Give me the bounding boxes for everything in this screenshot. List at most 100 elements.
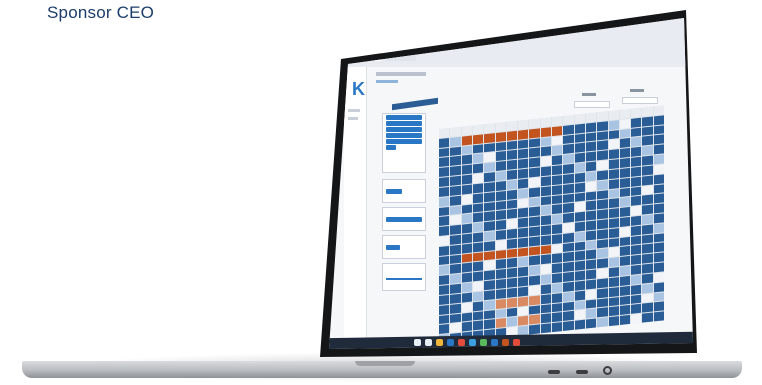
heatmap-cell [574, 182, 585, 193]
heatmap-cell [619, 118, 631, 129]
heatmap-cell [506, 218, 518, 229]
heatmap-cell [608, 257, 619, 268]
heatmap-cell [540, 225, 551, 236]
browser-icon[interactable] [447, 339, 454, 346]
search-icon[interactable] [425, 339, 432, 346]
heatmap-cell [529, 206, 540, 217]
variable-chip[interactable] [386, 189, 402, 194]
allocation-panel [382, 235, 426, 259]
heatmap-cell [450, 273, 461, 284]
filter-chip[interactable] [386, 127, 422, 132]
heatmap-cell [597, 189, 608, 200]
heatmap-cell [484, 260, 495, 271]
windows-icon[interactable] [414, 339, 421, 346]
heatmap-cell [484, 221, 495, 232]
heatmap-cell [540, 117, 551, 128]
heatmap-cell [653, 252, 664, 263]
heatmap-cell [653, 203, 664, 214]
heatmap-cell [574, 211, 585, 222]
filter-chip[interactable] [386, 115, 422, 120]
app-icon[interactable] [480, 339, 487, 346]
heatmap-cell [518, 286, 529, 297]
sidebar-item[interactable] [348, 117, 358, 120]
heatmap-cell [585, 191, 597, 201]
heatmap-cell [495, 141, 506, 152]
heatmap-cell [563, 232, 574, 243]
heatmap-cell [597, 307, 608, 318]
heatmap-cell [653, 223, 664, 234]
heatmap-cell [439, 265, 450, 276]
range-chip[interactable] [386, 217, 422, 222]
colour-by-select[interactable] [574, 101, 610, 108]
heatmap-cell [472, 251, 484, 262]
heatmap-cell [439, 284, 450, 295]
heatmap-cell [653, 213, 664, 224]
heatmap-cell [653, 164, 664, 175]
heatmap-cell [518, 168, 529, 179]
heatmap-cell [653, 282, 664, 292]
page-link-bar[interactable] [376, 80, 398, 83]
heatmap-cell [585, 289, 597, 300]
heatmap-cell [461, 194, 472, 205]
heatmap-cell [608, 247, 619, 258]
heatmap-cell [495, 298, 506, 309]
heatmap-cell [529, 265, 540, 276]
heatmap-cell [608, 198, 619, 209]
heatmap-cell [529, 295, 540, 306]
heatmap-cell [461, 145, 472, 156]
heatmap-cell [653, 193, 664, 204]
heatmap-cell [631, 235, 642, 246]
heatmap-cell [495, 308, 506, 319]
heatmap-cell [472, 153, 484, 164]
heatmap-cell [619, 128, 631, 139]
filter-chip[interactable] [386, 145, 396, 150]
app-icon[interactable] [491, 339, 498, 346]
settings-icon[interactable] [458, 339, 465, 346]
label-with-select[interactable] [622, 97, 658, 104]
filter-chip[interactable] [386, 121, 422, 126]
heatmap-cell [631, 254, 642, 265]
heatmap-cell [574, 270, 585, 281]
heatmap-cell [540, 274, 551, 285]
heatmap-cell [439, 196, 450, 207]
heatmap-cell [450, 224, 461, 235]
heatmap-cell [563, 281, 574, 292]
heatmap-cell [585, 240, 597, 251]
sidebar-item[interactable] [348, 109, 360, 112]
app-icon[interactable] [502, 339, 509, 346]
heatmap-cell [552, 125, 563, 136]
slider-track[interactable] [386, 278, 422, 280]
heatmap-cell [631, 294, 642, 305]
mail-icon[interactable] [469, 339, 476, 346]
heatmap-cell [597, 121, 608, 131]
allocation-chip[interactable] [386, 245, 400, 250]
heatmap-cell [619, 207, 631, 217]
heatmap-cell [495, 180, 506, 191]
heatmap-cell [574, 152, 585, 163]
heatmap-cell [552, 302, 563, 313]
heatmap-cell [642, 155, 653, 166]
heatmap-cell [631, 245, 642, 256]
heatmap-cell [552, 243, 563, 254]
heatmap-cell [529, 304, 540, 315]
heatmap-cell [461, 154, 472, 165]
files-icon[interactable] [436, 339, 443, 346]
heatmap-cell [552, 184, 563, 195]
filter-chip[interactable] [386, 133, 422, 138]
heatmap-cell [495, 229, 506, 240]
heatmap-cell [552, 214, 563, 225]
heatmap-cell [506, 307, 518, 318]
heatmap-cell [472, 134, 484, 145]
heatmap-cell [608, 149, 619, 160]
heatmap-cell [608, 208, 619, 219]
heatmap-cell [484, 231, 495, 242]
heatmap-cell [472, 212, 484, 223]
heatmap-cell [585, 220, 597, 231]
filter-chip[interactable] [386, 139, 422, 144]
heatmap-cell [450, 264, 461, 275]
heatmap-cell [472, 232, 484, 243]
app-icon[interactable] [513, 339, 520, 346]
heatmap-cell [450, 175, 461, 186]
heatmap-cell [518, 178, 529, 189]
heatmap-cell [518, 247, 529, 258]
